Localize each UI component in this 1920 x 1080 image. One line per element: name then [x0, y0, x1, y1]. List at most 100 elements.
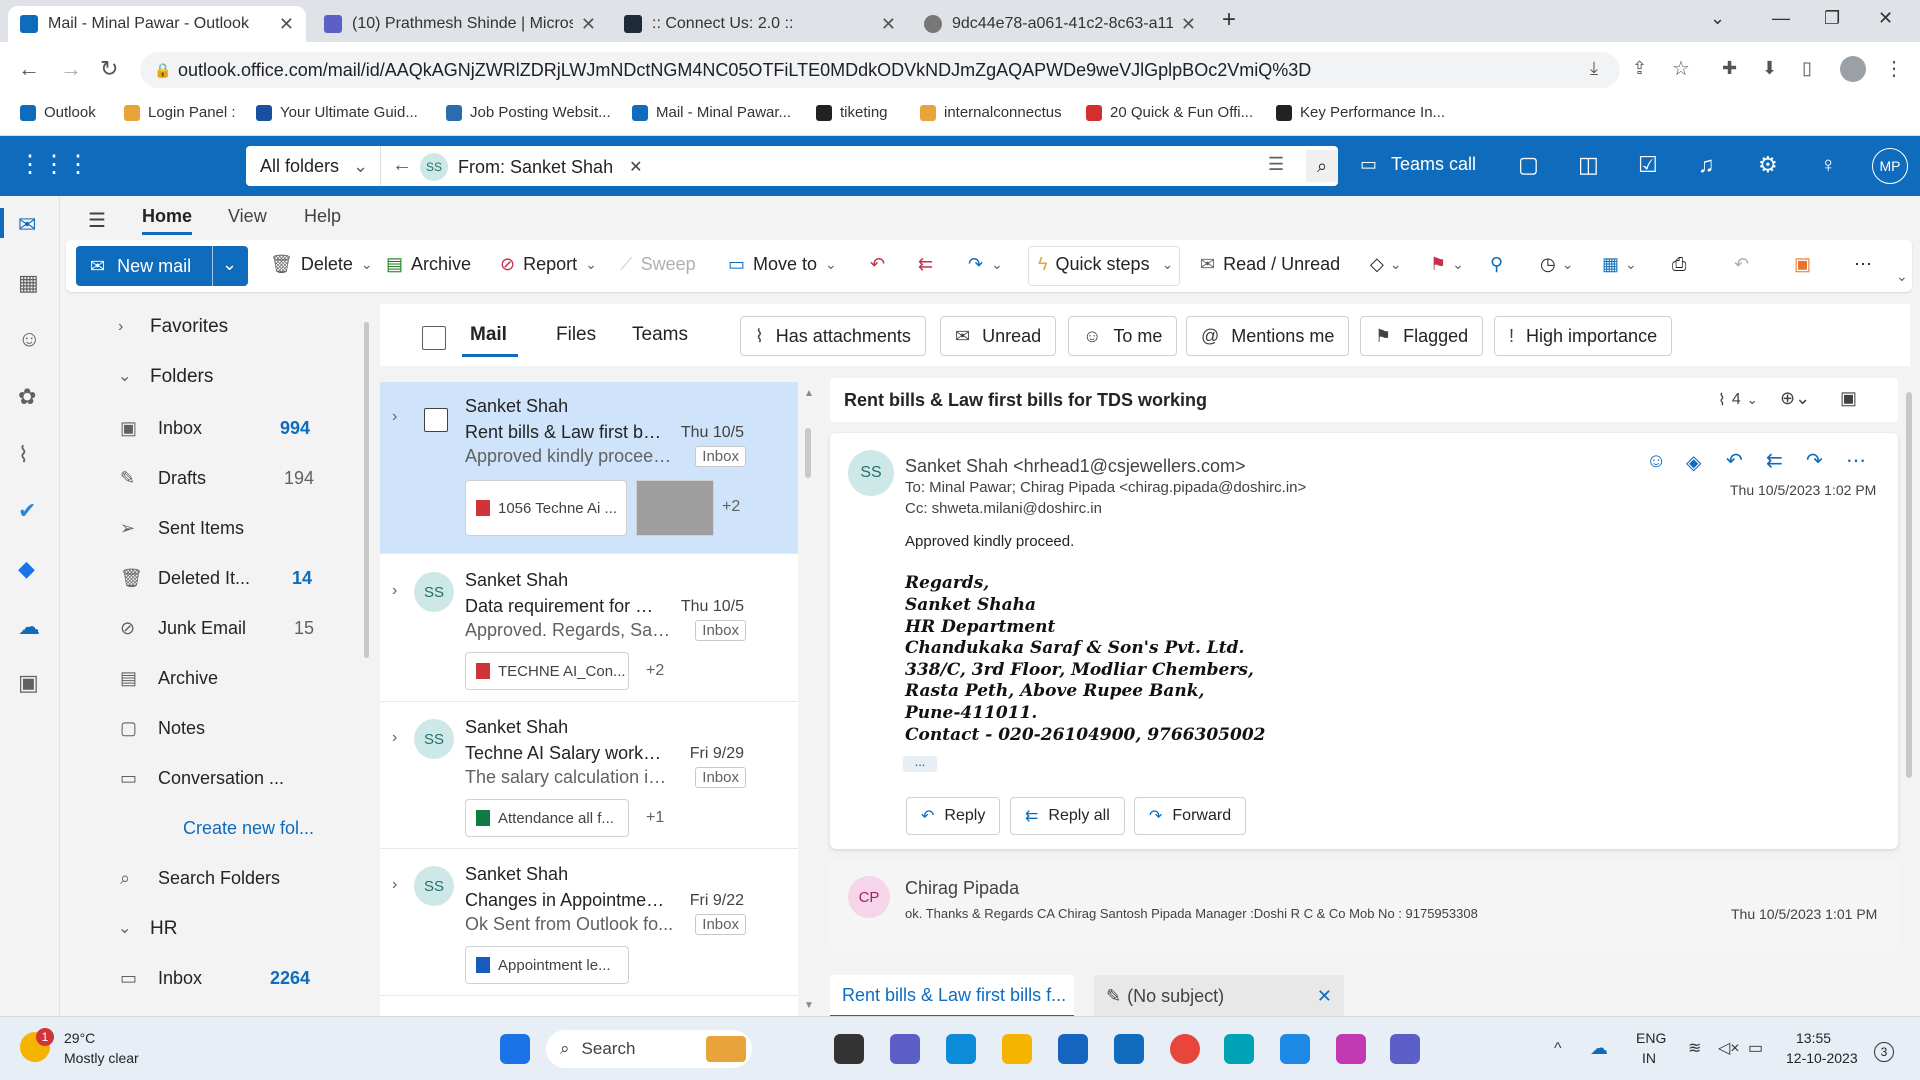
- app-w-icon[interactable]: [1336, 1034, 1366, 1064]
- onedrive-icon[interactable]: ☁: [18, 614, 40, 640]
- expand-chevron-icon[interactable]: ›: [392, 408, 397, 426]
- bell-icon[interactable]: ♫: [1698, 152, 1715, 178]
- bookmark-internal[interactable]: internalconnectus: [920, 104, 1062, 121]
- downloads-icon[interactable]: ⬇: [1762, 58, 1777, 79]
- teams-call-button[interactable]: ▭ Teams call: [1360, 154, 1476, 175]
- clock-time[interactable]: 13:55: [1796, 1030, 1831, 1046]
- windows-start-icon[interactable]: [500, 1034, 530, 1064]
- quick-steps-button[interactable]: ϟ Quick steps ⌄: [1038, 254, 1173, 275]
- loop-icon[interactable]: ◈: [1686, 450, 1701, 475]
- people-icon[interactable]: ☺: [18, 326, 40, 352]
- lync-icon[interactable]: [1058, 1034, 1088, 1064]
- taskbar-search[interactable]: ⌕ Search: [546, 1030, 752, 1068]
- folder-conversation[interactable]: ▭ Conversation ...: [120, 768, 284, 789]
- wifi-icon[interactable]: ≋: [1688, 1038, 1701, 1058]
- app-icon[interactable]: [1224, 1034, 1254, 1064]
- chevron-down-icon[interactable]: ⌄: [118, 918, 131, 938]
- bookmark-jobposting[interactable]: Job Posting Websit...: [446, 104, 611, 121]
- pin-icon[interactable]: ⚲: [1490, 254, 1503, 275]
- list-scrollbar[interactable]: [805, 428, 811, 478]
- read-unread-button[interactable]: ✉ Read / Unread: [1200, 254, 1340, 275]
- sidepanel-icon[interactable]: ▯: [1802, 58, 1812, 79]
- print-icon[interactable]: ⎙: [1672, 254, 1686, 275]
- close-window-button[interactable]: ✕: [1878, 8, 1893, 29]
- teams-chat-icon[interactable]: [890, 1034, 920, 1064]
- delete-button[interactable]: 🗑 Delete ⌄: [270, 254, 373, 275]
- draft-tab-nosubject[interactable]: ✎ (No subject) ✕: [1094, 975, 1344, 1017]
- mail-app-icon[interactable]: [1114, 1034, 1144, 1064]
- bookmark-guide[interactable]: Your Ultimate Guid...: [256, 104, 418, 121]
- chat-icon[interactable]: ▢: [1518, 152, 1539, 178]
- expand-chevron-icon[interactable]: ›: [392, 729, 397, 747]
- reload-icon[interactable]: ↻: [100, 56, 118, 82]
- undo-icon[interactable]: ↶: [1734, 254, 1749, 275]
- browser-tab-connectus[interactable]: :: Connect Us: 2.0 :: ✕: [612, 6, 908, 42]
- open-new-window-icon[interactable]: ▣: [1840, 388, 1857, 409]
- filter-icon[interactable]: ☰: [1268, 154, 1284, 175]
- bookmark-quickfun[interactable]: 20 Quick & Fun Offi...: [1086, 104, 1253, 121]
- tab-search-icon[interactable]: ⌄: [1710, 8, 1725, 29]
- share-icon[interactable]: ⇪: [1632, 58, 1647, 79]
- chevron-down-icon[interactable]: ⌄: [222, 254, 237, 275]
- move-to-button[interactable]: ▭ Move to ⌄: [728, 254, 837, 275]
- close-icon[interactable]: ✕: [1317, 986, 1332, 1007]
- folder-hr-inbox[interactable]: ▭ Inbox: [120, 968, 202, 989]
- folder-inbox[interactable]: ▣ Inbox: [120, 418, 202, 439]
- new-mail-button[interactable]: ✉ New mail ⌄: [76, 246, 248, 286]
- folder-junk[interactable]: ⊘ Junk Email: [120, 618, 246, 639]
- viva-icon[interactable]: ◆: [18, 556, 35, 582]
- filter-mentions[interactable]: @ Mentions me: [1186, 316, 1350, 356]
- list-item[interactable]: › SS Sanket Shah Data requirement for Se…: [380, 556, 798, 702]
- folder-sent[interactable]: ➢ Sent Items: [120, 518, 244, 539]
- reply-all-button[interactable]: ⇇ Reply all: [1010, 797, 1125, 835]
- sender-address[interactable]: Sanket Shah <hrhead1@csjewellers.com>: [905, 456, 1245, 477]
- folder-archive[interactable]: ▤ Archive: [120, 668, 218, 689]
- tab-home[interactable]: Home: [142, 206, 192, 227]
- list-item[interactable]: › SS Sanket Shah Changes in Appointment.…: [380, 850, 798, 996]
- attachment-chip[interactable]: Attendance all f...: [465, 799, 629, 837]
- chevron-right-icon[interactable]: ›: [118, 318, 123, 336]
- filter-to-me[interactable]: ☺ To me: [1068, 316, 1178, 356]
- rules-icon[interactable]: ▦ ⌄: [1602, 254, 1637, 275]
- todo-check-icon[interactable]: ✔: [18, 498, 36, 524]
- browser-tab-guid[interactable]: 9dc44e78-a061-41c2-8c63-a11b ✕: [912, 6, 1208, 42]
- snooze-icon[interactable]: ◷ ⌄: [1540, 254, 1573, 275]
- list-item[interactable]: › SS Sanket Shah Techne AI Salary workin…: [380, 703, 798, 849]
- bookmark-kpi[interactable]: Key Performance In...: [1276, 104, 1445, 121]
- calendar-icon[interactable]: ▦: [18, 270, 39, 296]
- tab-view[interactable]: View: [228, 206, 267, 227]
- select-all-checkbox[interactable]: [422, 326, 446, 350]
- browser-tab-teams[interactable]: (10) Prathmesh Shinde | Microso ✕: [312, 6, 608, 42]
- word-icon[interactable]: ◫: [1578, 152, 1599, 178]
- search-folders[interactable]: ⌕ Search Folders: [120, 868, 280, 889]
- tray-chevron-icon[interactable]: ^: [1554, 1040, 1562, 1058]
- url-bar[interactable]: 🔒 outlook.office.com/mail/id/AAQkAGNjZWR…: [140, 52, 1620, 88]
- attachment-icon[interactable]: ⌇: [18, 442, 29, 468]
- folder-drafts[interactable]: ✎ Drafts: [120, 468, 206, 489]
- reading-scrollbar[interactable]: [1906, 392, 1912, 778]
- user-avatar[interactable]: MP: [1872, 148, 1908, 184]
- bookmark-login[interactable]: Login Panel :: [124, 104, 236, 121]
- expand-chevron-icon[interactable]: ›: [392, 582, 397, 600]
- todo-icon[interactable]: ☑: [1638, 152, 1658, 178]
- addins-icon[interactable]: ▣: [1794, 254, 1811, 275]
- maximize-button[interactable]: ❐: [1824, 8, 1840, 29]
- reply-icon[interactable]: ↶: [870, 254, 885, 275]
- scroll-up-icon[interactable]: ▲: [804, 388, 814, 399]
- filter-has-attachments[interactable]: ⌇ Has attachments: [740, 316, 926, 356]
- filter-unread[interactable]: ✉ Unread: [940, 316, 1057, 356]
- edge-icon[interactable]: [946, 1034, 976, 1064]
- more-actions-icon[interactable]: ⋯: [1846, 448, 1866, 473]
- menu-kebab-icon[interactable]: ⋮: [1884, 56, 1904, 81]
- report-button[interactable]: ⊘ Report ⌄: [500, 254, 597, 275]
- back-icon[interactable]: ←: [18, 56, 40, 82]
- onedrive-tray-icon[interactable]: ☁: [1590, 1038, 1608, 1059]
- reply-all-icon[interactable]: ⇇: [1766, 448, 1783, 473]
- minimize-button[interactable]: —: [1772, 8, 1790, 29]
- search-icon[interactable]: ⌕: [1306, 150, 1338, 182]
- forward-icon[interactable]: →: [60, 56, 82, 82]
- hr-account-header[interactable]: HR: [150, 918, 177, 940]
- folders-header[interactable]: Folders: [150, 366, 213, 388]
- bookmark-star-icon[interactable]: ☆: [1672, 56, 1690, 81]
- battery-icon[interactable]: ▭: [1748, 1038, 1763, 1058]
